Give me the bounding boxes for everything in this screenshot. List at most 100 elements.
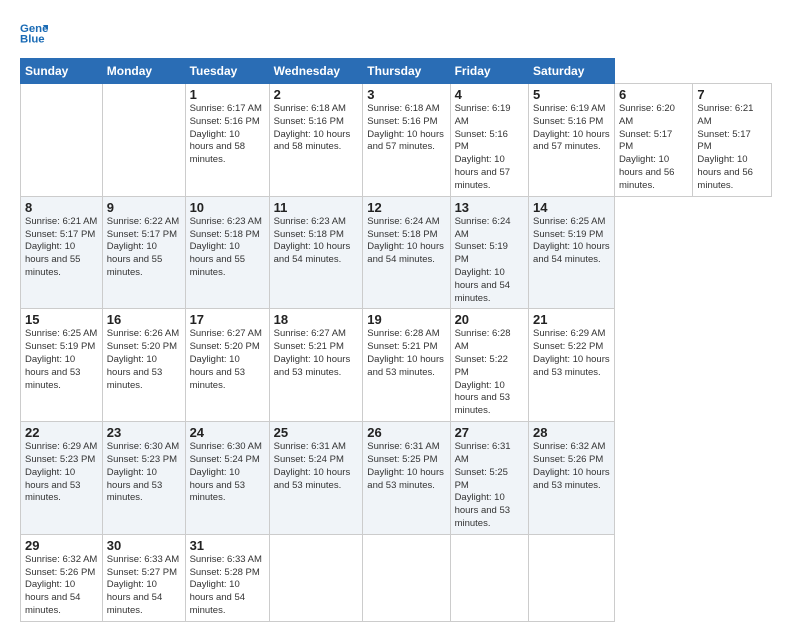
svg-text:Blue: Blue [20, 34, 45, 46]
day-info: Sunrise: 6:24 AMSunset: 5:19 PMDaylight:… [455, 216, 524, 306]
day-cell-26: 26Sunrise: 6:31 AMSunset: 5:25 PMDayligh… [363, 422, 450, 535]
calendar-page: General Blue SundayMondayTuesdayWednesda… [0, 0, 792, 632]
day-number: 28 [533, 425, 610, 440]
day-cell-30: 30Sunrise: 6:33 AMSunset: 5:27 PMDayligh… [102, 534, 185, 621]
day-number: 27 [455, 425, 524, 440]
day-info: Sunrise: 6:29 AMSunset: 5:22 PMDaylight:… [533, 328, 610, 379]
day-info: Sunrise: 6:25 AMSunset: 5:19 PMDaylight:… [533, 216, 610, 267]
day-info: Sunrise: 6:23 AMSunset: 5:18 PMDaylight:… [274, 216, 359, 267]
day-cell-18: 18Sunrise: 6:27 AMSunset: 5:21 PMDayligh… [269, 309, 363, 422]
day-number: 24 [190, 425, 265, 440]
day-number: 12 [367, 200, 445, 215]
day-info: Sunrise: 6:30 AMSunset: 5:23 PMDaylight:… [107, 441, 181, 505]
day-info: Sunrise: 6:18 AMSunset: 5:16 PMDaylight:… [274, 103, 359, 154]
empty-cell [450, 534, 528, 621]
day-header-friday: Friday [450, 59, 528, 84]
day-number: 20 [455, 312, 524, 327]
day-cell-7: 7Sunrise: 6:21 AMSunset: 5:17 PMDaylight… [693, 84, 772, 197]
day-number: 23 [107, 425, 181, 440]
day-cell-25: 25Sunrise: 6:31 AMSunset: 5:24 PMDayligh… [269, 422, 363, 535]
day-cell-3: 3Sunrise: 6:18 AMSunset: 5:16 PMDaylight… [363, 84, 450, 197]
day-cell-23: 23Sunrise: 6:30 AMSunset: 5:23 PMDayligh… [102, 422, 185, 535]
day-number: 3 [367, 87, 445, 102]
day-number: 25 [274, 425, 359, 440]
day-info: Sunrise: 6:28 AMSunset: 5:21 PMDaylight:… [367, 328, 445, 379]
day-cell-19: 19Sunrise: 6:28 AMSunset: 5:21 PMDayligh… [363, 309, 450, 422]
day-info: Sunrise: 6:33 AMSunset: 5:28 PMDaylight:… [190, 554, 265, 618]
day-number: 18 [274, 312, 359, 327]
day-header-saturday: Saturday [529, 59, 615, 84]
day-cell-9: 9Sunrise: 6:22 AMSunset: 5:17 PMDaylight… [102, 196, 185, 309]
day-number: 1 [190, 87, 265, 102]
day-info: Sunrise: 6:17 AMSunset: 5:16 PMDaylight:… [190, 103, 265, 167]
empty-cell [102, 84, 185, 197]
week-row-3: 15Sunrise: 6:25 AMSunset: 5:19 PMDayligh… [21, 309, 772, 422]
day-cell-12: 12Sunrise: 6:24 AMSunset: 5:18 PMDayligh… [363, 196, 450, 309]
header: General Blue [20, 18, 772, 46]
day-info: Sunrise: 6:29 AMSunset: 5:23 PMDaylight:… [25, 441, 98, 505]
day-cell-4: 4Sunrise: 6:19 AMSunset: 5:16 PMDaylight… [450, 84, 528, 197]
week-row-5: 29Sunrise: 6:32 AMSunset: 5:26 PMDayligh… [21, 534, 772, 621]
week-row-1: 1Sunrise: 6:17 AMSunset: 5:16 PMDaylight… [21, 84, 772, 197]
day-header-sunday: Sunday [21, 59, 103, 84]
day-cell-15: 15Sunrise: 6:25 AMSunset: 5:19 PMDayligh… [21, 309, 103, 422]
day-cell-20: 20Sunrise: 6:28 AMSunset: 5:22 PMDayligh… [450, 309, 528, 422]
day-info: Sunrise: 6:30 AMSunset: 5:24 PMDaylight:… [190, 441, 265, 505]
day-cell-22: 22Sunrise: 6:29 AMSunset: 5:23 PMDayligh… [21, 422, 103, 535]
day-header-monday: Monday [102, 59, 185, 84]
calendar-body: 1Sunrise: 6:17 AMSunset: 5:16 PMDaylight… [21, 84, 772, 622]
day-number: 11 [274, 200, 359, 215]
day-header-thursday: Thursday [363, 59, 450, 84]
day-number: 30 [107, 538, 181, 553]
day-number: 8 [25, 200, 98, 215]
empty-cell [363, 534, 450, 621]
day-cell-8: 8Sunrise: 6:21 AMSunset: 5:17 PMDaylight… [21, 196, 103, 309]
day-of-week-header: SundayMondayTuesdayWednesdayThursdayFrid… [21, 59, 772, 84]
day-info: Sunrise: 6:32 AMSunset: 5:26 PMDaylight:… [25, 554, 98, 618]
day-info: Sunrise: 6:32 AMSunset: 5:26 PMDaylight:… [533, 441, 610, 492]
day-number: 13 [455, 200, 524, 215]
day-number: 16 [107, 312, 181, 327]
day-number: 2 [274, 87, 359, 102]
day-cell-31: 31Sunrise: 6:33 AMSunset: 5:28 PMDayligh… [185, 534, 269, 621]
day-info: Sunrise: 6:20 AMSunset: 5:17 PMDaylight:… [619, 103, 688, 193]
day-number: 4 [455, 87, 524, 102]
day-number: 10 [190, 200, 265, 215]
day-info: Sunrise: 6:21 AMSunset: 5:17 PMDaylight:… [697, 103, 767, 193]
day-number: 26 [367, 425, 445, 440]
empty-cell [21, 84, 103, 197]
day-number: 15 [25, 312, 98, 327]
day-number: 19 [367, 312, 445, 327]
day-info: Sunrise: 6:23 AMSunset: 5:18 PMDaylight:… [190, 216, 265, 280]
day-cell-17: 17Sunrise: 6:27 AMSunset: 5:20 PMDayligh… [185, 309, 269, 422]
logo-icon: General Blue [20, 18, 48, 46]
day-info: Sunrise: 6:31 AMSunset: 5:25 PMDaylight:… [455, 441, 524, 531]
day-number: 14 [533, 200, 610, 215]
week-row-2: 8Sunrise: 6:21 AMSunset: 5:17 PMDaylight… [21, 196, 772, 309]
day-info: Sunrise: 6:33 AMSunset: 5:27 PMDaylight:… [107, 554, 181, 618]
day-info: Sunrise: 6:19 AMSunset: 5:16 PMDaylight:… [455, 103, 524, 193]
day-info: Sunrise: 6:21 AMSunset: 5:17 PMDaylight:… [25, 216, 98, 280]
day-info: Sunrise: 6:18 AMSunset: 5:16 PMDaylight:… [367, 103, 445, 154]
day-info: Sunrise: 6:27 AMSunset: 5:20 PMDaylight:… [190, 328, 265, 392]
day-number: 17 [190, 312, 265, 327]
day-cell-2: 2Sunrise: 6:18 AMSunset: 5:16 PMDaylight… [269, 84, 363, 197]
day-number: 31 [190, 538, 265, 553]
day-info: Sunrise: 6:22 AMSunset: 5:17 PMDaylight:… [107, 216, 181, 280]
day-cell-29: 29Sunrise: 6:32 AMSunset: 5:26 PMDayligh… [21, 534, 103, 621]
day-cell-27: 27Sunrise: 6:31 AMSunset: 5:25 PMDayligh… [450, 422, 528, 535]
day-cell-21: 21Sunrise: 6:29 AMSunset: 5:22 PMDayligh… [529, 309, 615, 422]
day-cell-5: 5Sunrise: 6:19 AMSunset: 5:16 PMDaylight… [529, 84, 615, 197]
day-header-wednesday: Wednesday [269, 59, 363, 84]
empty-cell [529, 534, 615, 621]
calendar-table: SundayMondayTuesdayWednesdayThursdayFrid… [20, 58, 772, 622]
day-info: Sunrise: 6:28 AMSunset: 5:22 PMDaylight:… [455, 328, 524, 418]
day-info: Sunrise: 6:25 AMSunset: 5:19 PMDaylight:… [25, 328, 98, 392]
day-cell-14: 14Sunrise: 6:25 AMSunset: 5:19 PMDayligh… [529, 196, 615, 309]
day-number: 29 [25, 538, 98, 553]
day-info: Sunrise: 6:31 AMSunset: 5:25 PMDaylight:… [367, 441, 445, 492]
day-info: Sunrise: 6:27 AMSunset: 5:21 PMDaylight:… [274, 328, 359, 379]
day-info: Sunrise: 6:31 AMSunset: 5:24 PMDaylight:… [274, 441, 359, 492]
day-header-tuesday: Tuesday [185, 59, 269, 84]
day-info: Sunrise: 6:26 AMSunset: 5:20 PMDaylight:… [107, 328, 181, 392]
